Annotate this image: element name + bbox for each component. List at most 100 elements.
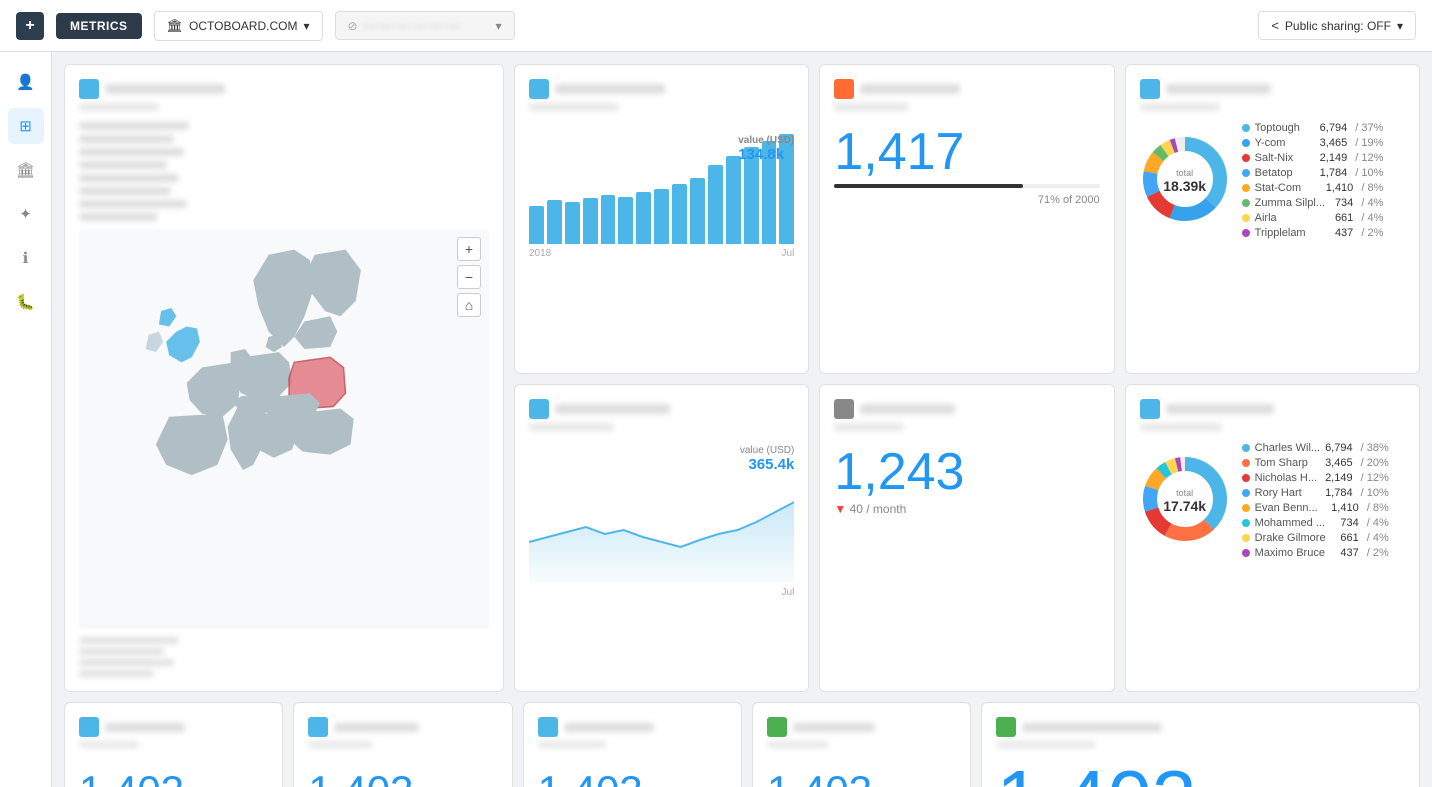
d2-legend-name-4: Rory Hart — [1255, 487, 1320, 499]
d2-legend-val-3: 2,149 — [1325, 472, 1353, 484]
legend-dot-1 — [1242, 124, 1250, 132]
metric-3-value: 1,403 — [538, 767, 727, 787]
d2-legend-name-2: Tom Sharp — [1255, 457, 1320, 469]
bar-2 — [547, 200, 562, 244]
metrics-row: 1,403 ▲ 0 / day 1,403 ▲ 0 — [64, 702, 1420, 787]
line-value-usd-label: value (USD) — [740, 445, 794, 456]
progress-bar-1 — [834, 184, 1099, 188]
metric-4-value: 1,403 — [767, 767, 956, 787]
sidebar-item-reports[interactable]: 🏛 — [8, 152, 44, 188]
legend-val-1: 6,794 — [1320, 122, 1348, 134]
legend-item-5: Stat-Com 1,410 / 8% — [1242, 182, 1384, 194]
legend-pct-7: / 4% — [1358, 212, 1383, 224]
down-arrow-icon: ▼ — [834, 502, 846, 516]
home-button[interactable]: ⌂ — [457, 293, 481, 317]
legend-pct-5: / 8% — [1358, 182, 1383, 194]
donut-1-card: total 18.39k Toptough 6,794 / 37% — [1125, 64, 1420, 374]
donut-1-area: total 18.39k Toptough 6,794 / 37% — [1140, 122, 1405, 239]
bar-9 — [672, 184, 687, 245]
bar-chart-icon — [529, 79, 549, 99]
donut-2-subtitle — [1140, 423, 1222, 431]
delta-value: 40 / month — [850, 502, 907, 516]
metric-1-subtitle — [79, 741, 139, 748]
d2-legend-item-7: Drake Gilmore 661 / 4% — [1242, 532, 1389, 544]
big-number-1-subtitle — [834, 103, 909, 111]
donut-2-header — [1140, 399, 1405, 434]
map-card: + − ⌂ — [64, 64, 504, 692]
donut-2-total-val: 17.74k — [1163, 498, 1206, 514]
donut-1-subtitle — [1140, 103, 1220, 111]
sidebar-item-user[interactable]: 👤 — [8, 64, 44, 100]
d2-legend-pct-6: / 4% — [1364, 517, 1389, 529]
europe-map-svg — [79, 229, 489, 629]
d2-legend-name-7: Drake Gilmore — [1255, 532, 1336, 544]
org-dropdown[interactable]: 🏛 OCTOBOARD.COM ▾ — [154, 11, 323, 41]
bar-3 — [565, 202, 580, 244]
donut-2-card: total 17.74k Charles Wil... 6,794 / 38% — [1125, 384, 1420, 692]
legend-dot-5 — [1242, 184, 1250, 192]
d2-legend-item-6: Mohammed ... 734 / 4% — [1242, 517, 1389, 529]
bug-icon: 🐛 — [16, 293, 35, 311]
metric-5-title — [1022, 723, 1162, 732]
metrics-button[interactable]: METRICS — [56, 13, 142, 39]
d2-legend-val-6: 734 — [1340, 517, 1358, 529]
d2-legend-pct-1: / 38% — [1358, 442, 1389, 454]
zoom-out-button[interactable]: − — [457, 265, 481, 289]
legend-name-7: Airla — [1255, 212, 1330, 224]
metrics-label: METRICS — [70, 19, 128, 33]
public-sharing-toggle[interactable]: < Public sharing: OFF ▾ — [1258, 11, 1416, 40]
d2-legend-dot-6 — [1242, 519, 1250, 527]
sidebar-item-dashboard[interactable]: ⊞ — [8, 108, 44, 144]
line-chart-value: 365.4k — [748, 456, 794, 473]
donut-1-total-val: 18.39k — [1163, 178, 1206, 194]
metric-4-card: 1,403 ▲ 0 / day — [752, 702, 971, 787]
d2-legend-pct-2: / 20% — [1358, 457, 1389, 469]
d2-legend-name-5: Evan Benn... — [1255, 502, 1327, 514]
legend-val-4: 1,784 — [1320, 167, 1348, 179]
progress-bar-1-fill — [834, 184, 1022, 188]
big-number-1-value: 1,417 — [834, 126, 1099, 178]
sidebar-item-widgets[interactable]: ✦ — [8, 196, 44, 232]
legend-pct-4: / 10% — [1352, 167, 1383, 179]
legend-name-6: Zumma Silpl... — [1255, 197, 1330, 209]
d2-legend-val-5: 1,410 — [1331, 502, 1359, 514]
big-number-1-card: 1,417 71% of 2000 — [819, 64, 1114, 374]
paint-icon: ✦ — [19, 205, 32, 223]
metric-2-header — [308, 717, 497, 751]
bar-1 — [529, 206, 544, 245]
legend-val-3: 2,149 — [1320, 152, 1348, 164]
legend-name-1: Toptough — [1255, 122, 1315, 134]
sidebar-item-info[interactable]: ℹ — [8, 240, 44, 276]
zoom-in-button[interactable]: + — [457, 237, 481, 261]
metric-1-value: 1,403 — [79, 767, 268, 787]
filter-dropdown[interactable]: ⊘ — — — — — — ▾ — [335, 11, 515, 40]
bar-chart-card: value (USD) 134.8k — [514, 64, 809, 374]
sidebar-item-debug[interactable]: 🐛 — [8, 284, 44, 320]
donut-2-icon — [1140, 399, 1160, 419]
legend-name-2: Y-com — [1255, 137, 1315, 149]
d2-legend-item-4: Rory Hart 1,784 / 10% — [1242, 487, 1389, 499]
donut-1-total-text: total — [1163, 168, 1206, 178]
legend-val-5: 1,410 — [1326, 182, 1354, 194]
bank-icon: 🏛 — [16, 161, 35, 179]
line-chart-card: value (USD) 365.4k — [514, 384, 809, 692]
line-chart-area: value (USD) 365.4k — [529, 442, 794, 582]
metric-2-value: 1,403 — [308, 767, 497, 787]
d2-legend-pct-7: / 4% — [1364, 532, 1389, 544]
legend-dot-3 — [1242, 154, 1250, 162]
legend-dot-2 — [1242, 139, 1250, 147]
d2-legend-pct-5: / 8% — [1364, 502, 1389, 514]
metric-3-subtitle — [538, 741, 606, 748]
metric-1-icon — [79, 717, 99, 737]
donut-2-title — [1166, 404, 1274, 414]
metric-5-value: 1,403 — [996, 759, 1405, 787]
line-chart-header — [529, 399, 794, 434]
bar-10 — [690, 178, 705, 244]
legend-pct-3: / 12% — [1352, 152, 1383, 164]
d2-legend-pct-4: / 10% — [1358, 487, 1389, 499]
d2-legend-val-8: 437 — [1340, 547, 1358, 559]
d2-legend-val-1: 6,794 — [1325, 442, 1353, 454]
org-label: OCTOBOARD.COM — [189, 19, 297, 33]
bar-7 — [636, 192, 651, 244]
filter-icon: ⊘ — [348, 19, 358, 33]
